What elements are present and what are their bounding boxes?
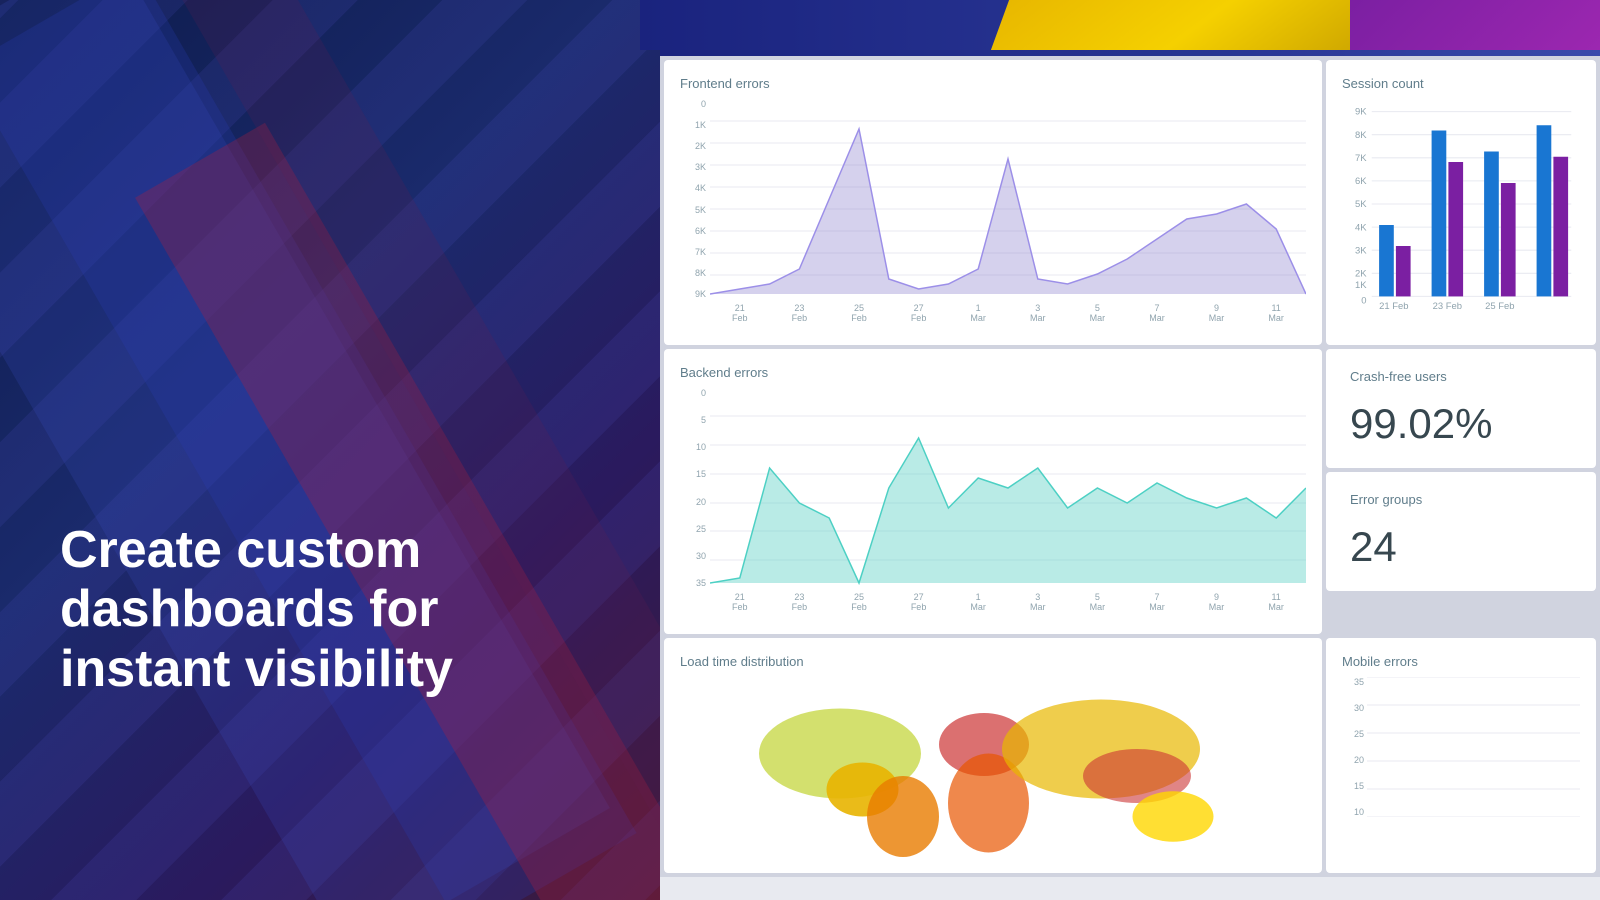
- session-count-chart: 9K 8K 7K 6K 5K 4K 3K 2K 1K 0: [1342, 99, 1580, 309]
- frontend-errors-chart: 9K 8K 7K 6K 5K 4K 3K 2K 1K 0: [680, 99, 1306, 329]
- svg-text:0: 0: [1361, 296, 1366, 307]
- load-time-card: Load time distribution: [664, 638, 1322, 873]
- frontend-errors-card: Frontend errors 9K 8K 7K 6K 5K 4K 3K 2K …: [664, 60, 1322, 345]
- frontend-errors-svg: [710, 99, 1306, 299]
- load-time-title: Load time distribution: [680, 654, 1306, 669]
- svg-text:4K: 4K: [1355, 222, 1367, 233]
- mobile-errors-card: Mobile errors 35 30 25 20 15 10: [1326, 638, 1596, 873]
- frontend-errors-svg-area: [710, 99, 1306, 299]
- svg-text:23 Feb: 23 Feb: [1433, 301, 1462, 309]
- crash-free-card: Crash-free users 99.02%: [1326, 349, 1596, 468]
- error-groups-title: Error groups: [1350, 492, 1572, 507]
- world-map-svg: [680, 677, 1306, 857]
- session-count-card: Session count 9K 8K 7K 6K 5K 4K 3K 2K 1K…: [1326, 60, 1596, 345]
- frontend-y-axis: 9K 8K 7K 6K 5K 4K 3K 2K 1K 0: [680, 99, 710, 299]
- session-count-svg: 9K 8K 7K 6K 5K 4K 3K 2K 1K 0: [1342, 99, 1580, 309]
- crash-free-title: Crash-free users: [1350, 369, 1572, 384]
- mobile-errors-title: Mobile errors: [1342, 654, 1580, 669]
- hero-panel: Create custom dashboards for instant vis…: [0, 0, 660, 900]
- svg-text:5K: 5K: [1355, 199, 1367, 210]
- world-map: [680, 677, 1306, 857]
- hero-line3: instant visibility: [60, 640, 453, 698]
- svg-text:2K: 2K: [1355, 268, 1367, 279]
- hero-line1: Create custom: [60, 521, 421, 579]
- svg-text:25 Feb: 25 Feb: [1485, 301, 1514, 309]
- backend-x-axis: 21Feb 23Feb 25Feb 27Feb 1Mar 3Mar 5Mar 7…: [710, 588, 1306, 618]
- mobile-errors-chart-area: 35 30 25 20 15 10: [1342, 677, 1580, 837]
- svg-text:7K: 7K: [1355, 153, 1367, 164]
- svg-text:1K: 1K: [1355, 280, 1367, 291]
- backend-errors-svg: [710, 388, 1306, 588]
- hero-text: Create custom dashboards for instant vis…: [60, 521, 600, 700]
- backend-errors-card: Backend errors 35 30 25 20 15 10 5 0: [664, 349, 1322, 634]
- backend-errors-chart: 35 30 25 20 15 10 5 0: [680, 388, 1306, 618]
- top-decoration: [640, 0, 1600, 50]
- svg-text:8K: 8K: [1355, 130, 1367, 141]
- session-count-title: Session count: [1342, 76, 1580, 91]
- backend-errors-title: Backend errors: [680, 365, 1306, 380]
- frontend-x-axis: 21Feb 23Feb 25Feb 27Feb 1Mar 3Mar 5Mar 7…: [710, 299, 1306, 329]
- svg-text:9K: 9K: [1355, 107, 1367, 118]
- frontend-errors-title: Frontend errors: [680, 76, 1306, 91]
- error-groups-card: Error groups 24: [1326, 472, 1596, 591]
- right-stats-col: Crash-free users 99.02% Error groups 24: [1326, 349, 1596, 634]
- error-groups-value: 24: [1350, 523, 1572, 571]
- svg-text:3K: 3K: [1355, 245, 1367, 256]
- hero-line2: dashboards for: [60, 580, 439, 638]
- dashboard-grid: Frontend errors 9K 8K 7K 6K 5K 4K 3K 2K …: [660, 56, 1600, 877]
- svg-text:6K: 6K: [1355, 176, 1367, 187]
- svg-text:21 Feb: 21 Feb: [1379, 301, 1408, 309]
- dashboard-panel: Applications ▾ Dashboards ▾ Alerting Fro…: [660, 0, 1600, 900]
- backend-errors-svg-area: [710, 388, 1306, 588]
- crash-free-value: 99.02%: [1350, 400, 1572, 448]
- backend-y-axis: 35 30 25 20 15 10 5 0: [680, 388, 710, 588]
- mobile-errors-svg: [1367, 677, 1580, 817]
